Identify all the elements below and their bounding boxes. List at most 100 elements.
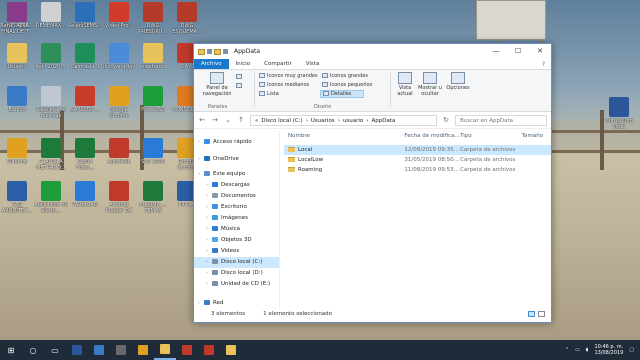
- desktop-icon[interactable]: PAN ARQUITEC...: [0, 181, 34, 214]
- chrome-icon[interactable]: [132, 340, 154, 360]
- sidebar-item[interactable]: › Este equipo: [194, 169, 279, 180]
- desktop-icon[interactable]: Rar PLATRA...: [0, 2, 34, 35]
- sidebar-item[interactable]: › Documentos: [194, 191, 279, 202]
- breadcrumb-segment[interactable]: usuario: [343, 118, 363, 124]
- sidebar-item[interactable]: › Acceso rápido: [194, 137, 279, 148]
- chevron-up-icon[interactable]: ⌃: [565, 347, 569, 353]
- details-view-icon[interactable]: [528, 311, 535, 317]
- forward-arrow-icon[interactable]: →: [211, 116, 219, 124]
- desktop-icon[interactable]: Acrobat Reader DC: [102, 181, 136, 214]
- search-icon[interactable]: ○: [22, 340, 44, 360]
- desktop-icon[interactable]: Google Chrome: [102, 86, 136, 119]
- desktop-icon[interactable]: Winamp: [0, 138, 34, 171]
- task-view-icon[interactable]: ▭: [44, 340, 66, 360]
- desktop-icon[interactable]: mastrado: [136, 43, 170, 76]
- column-size[interactable]: Tamaño: [522, 131, 551, 141]
- navigation-pane-button[interactable]: Panel de navegación: [200, 72, 234, 97]
- breadcrumb-segment[interactable]: Disco local (C:): [261, 118, 302, 124]
- clock[interactable]: 10:46 p. m. 13/08/2019: [594, 344, 623, 356]
- sidebar-item[interactable]: › Descargas: [194, 180, 279, 191]
- desktop-icon[interactable]: Papelera de reciclaje: [34, 86, 68, 119]
- tab-home[interactable]: Inicio: [229, 59, 258, 69]
- properties-icon[interactable]: [207, 49, 212, 54]
- sidebar-item[interactable]: › Escritorio: [194, 202, 279, 213]
- breadcrumb-segment[interactable]: ›: [306, 118, 308, 124]
- desktop-icon[interactable]: Autodesk: [102, 138, 136, 171]
- column-name[interactable]: Nombre: [284, 131, 404, 141]
- desktop-icon[interactable]: SeleniSEMS...: [68, 2, 102, 35]
- column-type[interactable]: Tipo: [460, 131, 522, 141]
- layout-list[interactable]: Lista: [259, 91, 279, 97]
- folder-icon[interactable]: [198, 48, 205, 55]
- tab-view[interactable]: Vista: [299, 59, 327, 69]
- back-arrow-icon[interactable]: ←: [198, 116, 206, 124]
- network-icon[interactable]: ▭: [575, 347, 580, 353]
- desktop-icon[interactable]: Video Pro...: [102, 2, 136, 35]
- notifications-icon[interactable]: ▢: [629, 347, 634, 353]
- desktop-icon[interactable]: Usuario: [0, 43, 34, 76]
- new-folder-icon[interactable]: [214, 48, 221, 55]
- sidebar-item[interactable]: › Música: [194, 224, 279, 235]
- chevron-down-icon[interactable]: ⌄: [224, 116, 232, 124]
- desktop-icon[interactable]: S10 2005: [136, 138, 170, 171]
- layout-small-icons[interactable]: Iconos pequeños: [322, 82, 372, 88]
- show-hide-button[interactable]: Mostrar u ocultar: [418, 72, 442, 97]
- desktop-icon[interactable]: REMEMAX...: [34, 2, 68, 35]
- address-bar[interactable]: «Disco local (C:) › Usuarios › usuario › AppDa…: [250, 114, 437, 126]
- desktop-icon[interactable]: Camtasia 9: [68, 43, 102, 76]
- sidebar-item[interactable]: › Objetos 3D: [194, 235, 279, 246]
- preview-pane-icon[interactable]: [236, 74, 244, 80]
- details-pane-icon[interactable]: [236, 83, 244, 89]
- up-arrow-icon[interactable]: ↑: [237, 116, 245, 124]
- minimize-button[interactable]: —: [485, 44, 507, 59]
- pdf-icon[interactable]: [176, 340, 198, 360]
- desktop-icon[interactable]: Equipo: [0, 86, 34, 119]
- sidebar-item[interactable]: › Videos: [194, 246, 279, 257]
- windows-icon[interactable]: ⊞: [0, 340, 22, 360]
- word-icon[interactable]: [66, 340, 88, 360]
- desktop-icon[interactable]: MAXIMA ... TEMAS: [136, 181, 170, 214]
- desktop-icon[interactable]: Kepler Vicen...: [68, 138, 102, 171]
- maximize-button[interactable]: ☐: [507, 44, 529, 59]
- desktop-icon[interactable]: SAP2000 ...: [68, 86, 102, 119]
- current-view-button[interactable]: Vista actual: [394, 72, 416, 97]
- desktop-icon[interactable]: Aplicacion de alerta...: [34, 181, 68, 214]
- sidebar-item[interactable]: › OneDrive: [194, 154, 279, 165]
- sidebar-item[interactable]: › Disco local (D:): [194, 268, 279, 279]
- sidebar-item[interactable]: › Unidad de CD (E:): [194, 279, 279, 290]
- tab-file[interactable]: Archivo: [194, 59, 229, 69]
- options-button[interactable]: Opciones: [446, 72, 470, 91]
- breadcrumb-segment[interactable]: AppData: [371, 118, 395, 124]
- desktop-icon[interactable]: PLANILLA METRADO...: [34, 138, 68, 171]
- tab-share[interactable]: Compartir: [257, 59, 299, 69]
- folder-icon[interactable]: [220, 340, 242, 360]
- explorer-icon[interactable]: [154, 340, 176, 360]
- table-row[interactable]: LocalLow 31/05/2019 08:50... Carpeta de ar…: [284, 155, 551, 165]
- autocad-icon[interactable]: [198, 340, 220, 360]
- desktop-icon[interactable]: WaterCAD: [68, 181, 102, 214]
- table-row[interactable]: Local 12/08/2019 09:35... Carpeta de archi…: [284, 145, 551, 155]
- desktop-icon-curriculum[interactable]: Curriculum vitae: [602, 97, 636, 130]
- search-input[interactable]: Buscar en AppData: [455, 114, 547, 126]
- desktop-icon[interactable]: uni_yang_ley: [102, 43, 136, 76]
- chevron-down-icon[interactable]: [223, 49, 228, 54]
- volume-icon[interactable]: ◖: [586, 347, 589, 353]
- desktop-icon[interactable]: PowerISO: [136, 86, 170, 119]
- layout-details[interactable]: Detalles: [320, 90, 365, 98]
- breadcrumb-segment[interactable]: ›: [366, 118, 368, 124]
- breadcrumb-segment[interactable]: Usuarios: [311, 118, 335, 124]
- breadcrumb-segment[interactable]: ›: [338, 118, 340, 124]
- refresh-icon[interactable]: ↻: [442, 116, 450, 124]
- layout-large-icons[interactable]: Iconos grandes: [322, 73, 368, 79]
- sidebar-item[interactable]: › Disco local (C:): [194, 257, 279, 268]
- store-icon[interactable]: [88, 340, 110, 360]
- sidebar-item[interactable]: › Imágenes: [194, 213, 279, 224]
- desktop-icon[interactable]: Kepl 2020 ...: [34, 43, 68, 76]
- large-icons-view-icon[interactable]: [538, 311, 545, 317]
- desktop-icon[interactable]: DWG PRESUPU...: [136, 2, 170, 35]
- column-date[interactable]: Fecha de modifica...: [404, 131, 460, 141]
- breadcrumb-segment[interactable]: «: [255, 118, 258, 124]
- camera-icon[interactable]: [110, 340, 132, 360]
- layout-medium-icons[interactable]: Iconos medianos: [259, 82, 309, 88]
- close-button[interactable]: ✕: [529, 44, 551, 59]
